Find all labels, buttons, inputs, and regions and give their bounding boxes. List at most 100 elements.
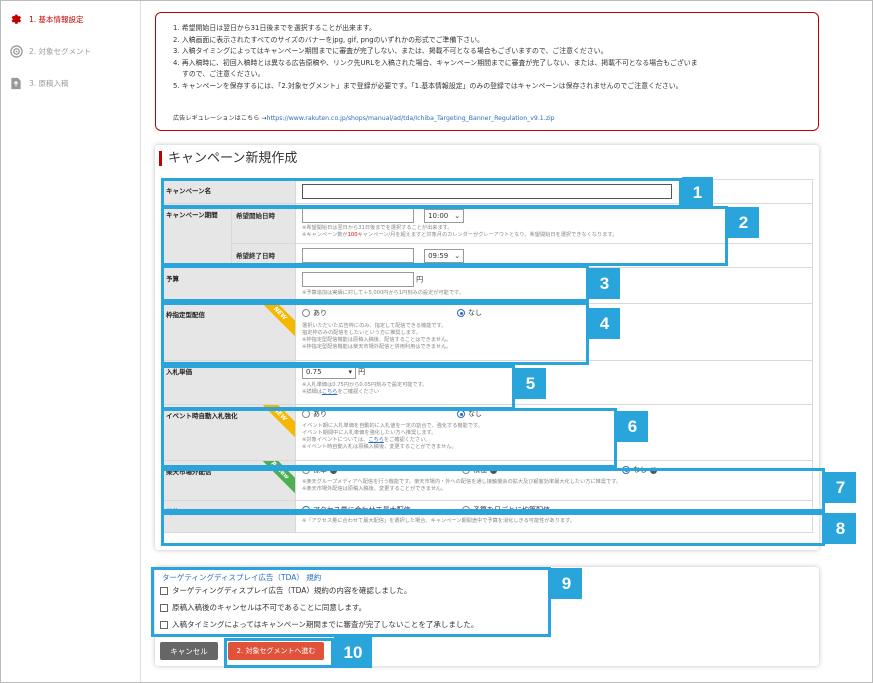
radio-circle xyxy=(302,309,310,317)
radio-circle xyxy=(457,309,465,317)
notice-line: 2. 入稿画面に表示されたすべてのサイズのバナーをjpg, gif, pngのい… xyxy=(173,35,484,44)
terms-link[interactable]: ターゲティングディスプレイ広告（TDA） 規約 xyxy=(162,572,321,583)
auto-bid-label: イベント時自動入札強化 xyxy=(166,412,238,420)
auto-bid-cell: あり なし イベント期に入札単価を自動的に入札値を一定の割合で、強化する機能です… xyxy=(295,404,813,461)
start-date-label: 希望開始日時 xyxy=(231,203,296,244)
radio-label: 積極 xyxy=(473,466,487,474)
start-time-select[interactable]: 10:00 ⌄ xyxy=(424,208,465,223)
cancel-button[interactable]: キャンセル xyxy=(160,642,218,660)
next-segment-button[interactable]: 2. 対象セグメントへ進む xyxy=(228,642,324,660)
regulation-link[interactable]: https://www.rakuten.co.jp/shops/manual/a… xyxy=(267,115,555,122)
slot-delivery-label-cell: 枠指定型配信 NEW xyxy=(161,303,296,361)
outside-delivery-label: 楽天市場外配信 xyxy=(166,468,212,476)
radio-label: アクセス量に合わせて最大配信 xyxy=(313,506,411,514)
slot-note-4: ※枠指定型配信機能は楽天市場外配信と併用利用はできません。 xyxy=(302,344,452,350)
end-time-select[interactable]: 09:59 ⌄ xyxy=(424,248,465,263)
callout-number-4: 4 xyxy=(589,308,620,339)
checkbox[interactable] xyxy=(160,586,168,595)
slot-note-1: 選択いただいた広告枠にのみ、指定して配信できる機能です。 xyxy=(302,323,447,329)
start-date-input[interactable] xyxy=(302,208,414,223)
outside-active-radio[interactable]: 積極? xyxy=(462,465,622,475)
radio-circle xyxy=(302,466,310,474)
budget-input[interactable] xyxy=(302,272,414,287)
upload-file-icon xyxy=(9,76,23,90)
terms-check-2[interactable]: 原稿入稿後のキャンセルは不可であることに同意します。 xyxy=(160,602,366,613)
notice-line: 3. 入稿タイミングによってはキャンペーン期間までに審査が完了しない、または、掲… xyxy=(173,47,608,55)
new-badge: NEW xyxy=(255,405,295,439)
start-note-2-red: 100 xyxy=(347,232,358,238)
caret-down-icon: ▾ xyxy=(348,368,352,376)
bid-note-2: ※詳細はこちらをご確認ください xyxy=(302,389,806,396)
radio-circle xyxy=(302,506,310,514)
sidebar-item-upload[interactable]: 3. 原稿入稿 xyxy=(9,74,69,92)
checkbox[interactable] xyxy=(160,620,168,629)
bid-note-1: ※入札単価は0.75円から0.05円刻みで設定可能です。 xyxy=(302,382,428,388)
page-title: キャンペーン新規作成 xyxy=(159,151,297,166)
bid-detail-link[interactable]: こちら xyxy=(322,389,338,395)
callout-number-8: 8 xyxy=(825,513,856,544)
sidebar-item-label: 3. 原稿入稿 xyxy=(29,78,69,88)
campaign-name-input[interactable] xyxy=(302,184,672,199)
radio-label: 標準 xyxy=(313,466,327,474)
sidebar-item-basic-info[interactable]: 1. 基本情報設定 xyxy=(9,10,84,28)
sidebar-item-label: 1. 基本情報設定 xyxy=(29,14,84,24)
start-note-2b: キャンペーン/月を超えますと対象月のカレンダーがグレーアウトとなり、希望開始日を… xyxy=(357,232,618,238)
bid-select[interactable]: 0.75 ▾ xyxy=(302,365,356,379)
campaign-name-cell xyxy=(295,179,813,204)
slot-no-radio[interactable]: なし xyxy=(457,308,482,318)
pace-max-radio[interactable]: アクセス量に合わせて最大配信 xyxy=(302,505,462,515)
sidebar: 1. 基本情報設定 2. 対象セグメント 3. 原稿入稿 xyxy=(1,1,141,682)
bid-note-2a: ※詳細は xyxy=(302,389,322,395)
regulation-note: 広告レギュレーションはこちら →https://www.rakuten.co.j… xyxy=(173,113,555,125)
start-note-2a: ※キャンペーン数が xyxy=(302,232,348,238)
callout-number-6: 6 xyxy=(617,411,648,442)
delivery-pace-label: 配信ペース xyxy=(161,500,296,533)
bid-note-2b: をご確認ください xyxy=(337,389,380,395)
callout-number-2: 2 xyxy=(728,207,759,238)
notice-line: 4. 再入稿時に、初回入稿時とは異なる広告原稿や、リンク先URLを入稿された場合… xyxy=(173,58,698,67)
auto-bid-no-radio[interactable]: なし xyxy=(457,409,482,419)
outside-none-radio[interactable]: なし? xyxy=(622,465,657,475)
budget-unit: 円 xyxy=(416,275,424,284)
notice-box: 1. 希望開始日は翌日から31日後までを選択することが出来ます。 2. 入稿画面… xyxy=(155,12,819,131)
auto-bid-note-1: イベント期に入札単価を自動的に入札値を一定の割合で、強化する機能です。 xyxy=(302,423,483,429)
callout-number-7: 7 xyxy=(825,472,856,503)
notice-line: 5. キャンペーンを保存するには、「2.対象セグメント」まで登録が必要です。「1… xyxy=(173,81,683,90)
terms-check-3[interactable]: 入稿タイミングによってはキャンペーン期間までに審査が完了しないことを了承しました… xyxy=(160,619,478,630)
start-time-value: 10:00 xyxy=(428,211,449,220)
checkbox[interactable] xyxy=(160,603,168,612)
sidebar-item-label: 2. 対象セグメント xyxy=(29,46,92,56)
outside-delivery-cell: 標準? 積極? なし? ※楽天グループメディアへ配信を行う機能です。楽天市場内・… xyxy=(295,460,813,501)
budget-label: 予算 xyxy=(161,267,296,304)
campaign-period-label: キャンペーン期間 xyxy=(161,203,232,268)
help-icon[interactable]: ? xyxy=(650,466,657,474)
auto-bid-label-cell: イベント時自動入札強化 NEW xyxy=(161,404,296,461)
end-date-label: 希望終了日時 xyxy=(231,243,296,268)
help-icon[interactable]: ? xyxy=(490,466,497,474)
auto-bid-note-3b: をご確認ください。 xyxy=(383,437,431,443)
budget-cell: 円 ※予算追加は実績に対して＋5,000円から1円刻みの設定が可能です。 xyxy=(295,267,813,304)
radio-label: なし xyxy=(633,466,647,474)
outside-standard-radio[interactable]: 標準? xyxy=(302,465,462,475)
new-badge: NEW xyxy=(255,304,295,338)
slot-delivery-label: 枠指定型配信 xyxy=(166,311,205,319)
end-date-input[interactable] xyxy=(302,248,414,263)
outside-note: ※楽天グループメディアへ配信を行う機能です。楽天市場内・外への配信を通し接触機会… xyxy=(302,479,806,493)
help-icon[interactable]: ? xyxy=(330,466,337,474)
auto-bid-note: イベント期に入札単価を自動的に入札値を一定の割合で、強化する機能です。 イベント… xyxy=(302,423,806,451)
terms-check-1[interactable]: ターゲティングディスプレイ広告（TDA）規約の内容を確認しました。 xyxy=(160,585,411,596)
chevron-down-icon: ⌄ xyxy=(454,211,461,220)
radio-label: あり xyxy=(313,410,327,418)
slot-yes-radio[interactable]: あり xyxy=(302,308,327,318)
outside-note-2: ※楽天市場外配信は原稿入稿後、変更することができません。 xyxy=(302,486,447,492)
auto-bid-yes-radio[interactable]: あり xyxy=(302,409,327,419)
sidebar-item-segment[interactable]: 2. 対象セグメント xyxy=(9,42,91,60)
delivery-pace-cell: アクセス量に合わせて最大配信 予算を日ごとに均等配信 ※「アクセス量に合わせて最… xyxy=(295,500,813,533)
outside-note-1: ※楽天グループメディアへ配信を行う機能です。楽天市場内・外への配信を通し接触機会… xyxy=(302,479,622,485)
callout-number-9: 9 xyxy=(551,568,582,599)
renew-badge: Renew xyxy=(255,461,295,495)
delivery-pace-note: ※「アクセス量に合わせて最大配信」を選択した場合、キャンペーン期間途中で予算を消… xyxy=(302,518,575,524)
chevron-down-icon: ⌄ xyxy=(454,251,461,260)
pace-even-radio[interactable]: 予算を日ごとに均等配信 xyxy=(462,505,550,515)
event-list-link[interactable]: こちら xyxy=(368,437,384,443)
